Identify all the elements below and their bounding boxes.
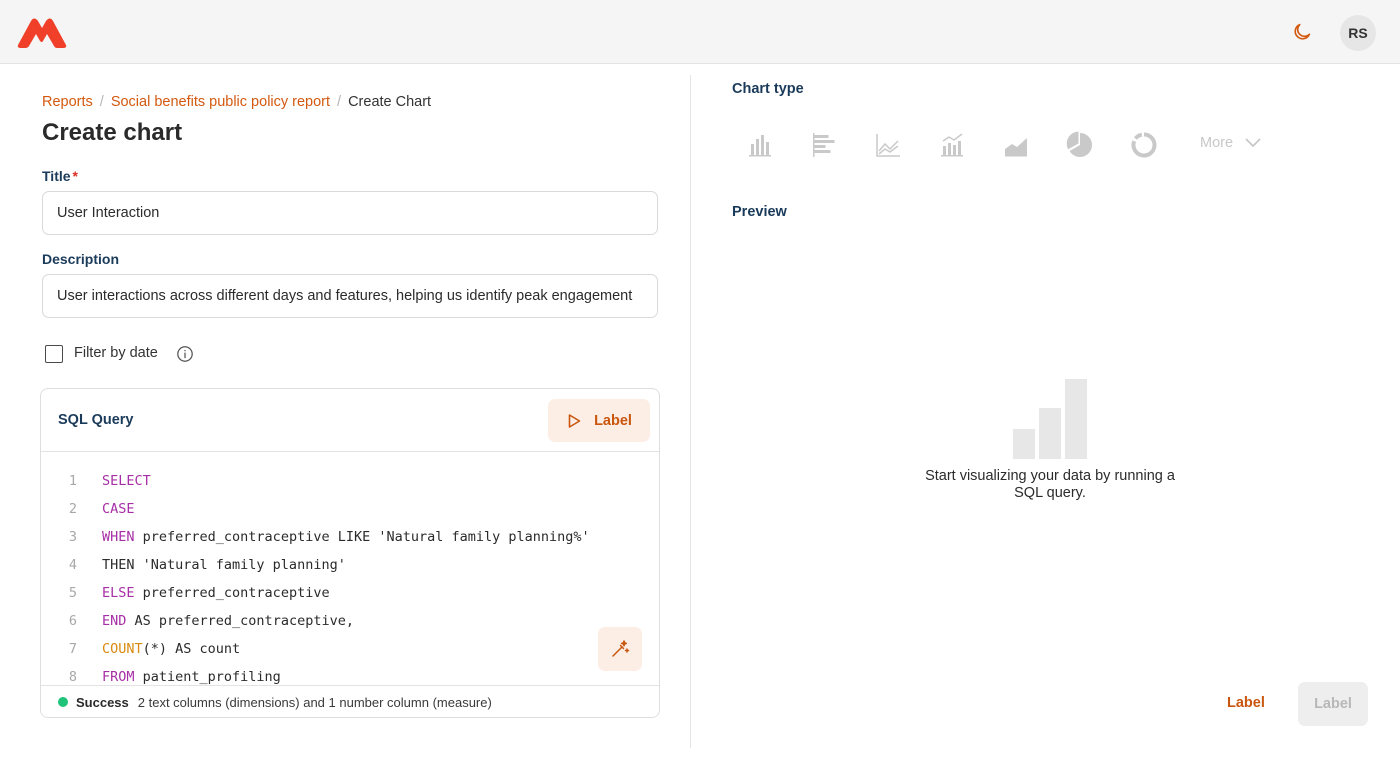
more-chart-types-button[interactable]: More bbox=[1200, 135, 1261, 151]
sql-keyword: SELECT bbox=[102, 473, 151, 489]
pie-chart-icon bbox=[1066, 131, 1092, 157]
moon-icon[interactable] bbox=[1291, 21, 1313, 43]
sql-code-editor[interactable]: 1 SELECT 2 CASE 3 WHEN preferred_contrac… bbox=[41, 467, 659, 691]
sql-query-panel: SQL Query Label 1 SELECT 2 CASE 3 WHEN p… bbox=[40, 388, 660, 718]
top-bar: RS bbox=[0, 0, 1400, 64]
code-line: 7 COUNT(*) AS count bbox=[41, 635, 659, 663]
secondary-action-button[interactable]: Label bbox=[1227, 695, 1265, 711]
description-input[interactable] bbox=[42, 274, 658, 318]
chart-type-bar[interactable] bbox=[740, 125, 780, 165]
code-line: 5 ELSE preferred_contraceptive bbox=[41, 579, 659, 607]
more-label: More bbox=[1200, 135, 1234, 151]
play-icon bbox=[568, 413, 581, 428]
title-input[interactable] bbox=[42, 191, 658, 235]
code-text: CASE bbox=[102, 495, 135, 523]
sql-query-header: SQL Query Label bbox=[41, 389, 659, 452]
horizontal-bar-chart-icon bbox=[813, 133, 835, 157]
panel-divider bbox=[690, 75, 691, 748]
sql-query-title: SQL Query bbox=[58, 412, 134, 428]
chart-type-horizontal-bar[interactable] bbox=[804, 125, 844, 165]
chart-type-pie[interactable] bbox=[1060, 125, 1100, 165]
code-text: WHEN preferred_contraceptive LIKE 'Natur… bbox=[102, 523, 590, 551]
sql-text: preferred_contraceptive bbox=[134, 585, 330, 601]
code-line: 6 END AS preferred_contraceptive, bbox=[41, 607, 659, 635]
sql-text: preferred_contraceptive LIKE 'Natural fa… bbox=[134, 529, 590, 545]
chart-type-donut[interactable] bbox=[1124, 125, 1164, 165]
line-number: 1 bbox=[68, 473, 77, 489]
breadcrumb-separator: / bbox=[99, 94, 104, 110]
line-chart-icon bbox=[876, 134, 900, 157]
preview-empty-message: Start visualizing your data by running a… bbox=[925, 468, 1175, 501]
avatar[interactable]: RS bbox=[1340, 15, 1376, 51]
status-dot bbox=[58, 697, 68, 707]
line-number: 7 bbox=[68, 641, 77, 657]
status-label: Success bbox=[76, 694, 129, 710]
required-marker: * bbox=[72, 168, 78, 184]
page-title: Create chart bbox=[42, 119, 183, 146]
code-text: SELECT bbox=[102, 467, 151, 495]
breadcrumb-current: Create Chart bbox=[348, 94, 432, 110]
sql-function: COUNT bbox=[102, 641, 143, 657]
filter-by-date-label: Filter by date bbox=[74, 345, 158, 361]
description-label: Description bbox=[42, 251, 120, 267]
sql-keyword: FROM bbox=[102, 669, 135, 685]
title-label: Title * bbox=[42, 168, 78, 184]
line-number: 5 bbox=[68, 585, 77, 601]
code-text: COUNT(*) AS count bbox=[102, 635, 240, 663]
preview-label: Preview bbox=[732, 204, 787, 220]
sql-keyword: WHEN bbox=[102, 529, 135, 545]
empty-chart-icon bbox=[1013, 379, 1087, 459]
sql-keyword: ELSE bbox=[102, 585, 135, 601]
chart-type-combo[interactable] bbox=[932, 125, 972, 165]
chart-type-label: Chart type bbox=[732, 81, 804, 97]
primary-action-button[interactable]: Label bbox=[1298, 682, 1368, 726]
bar-chart-icon bbox=[749, 135, 771, 157]
combo-chart-icon bbox=[941, 133, 963, 157]
breadcrumb-separator: / bbox=[337, 94, 342, 110]
ai-assist-button[interactable] bbox=[598, 627, 642, 671]
code-text: ELSE preferred_contraceptive bbox=[102, 579, 330, 607]
magic-wand-icon bbox=[612, 640, 630, 657]
code-line: 2 CASE bbox=[41, 495, 659, 523]
filter-by-date-checkbox[interactable] bbox=[45, 345, 63, 363]
info-icon[interactable] bbox=[176, 345, 194, 363]
code-line: 4 THEN 'Natural family planning' bbox=[41, 551, 659, 579]
chart-type-area[interactable] bbox=[996, 125, 1036, 165]
chart-type-line[interactable] bbox=[868, 125, 908, 165]
sql-text: patient_profiling bbox=[134, 669, 281, 685]
status-message: 2 text columns (dimensions) and 1 number… bbox=[137, 694, 492, 710]
run-query-button[interactable]: Label bbox=[548, 399, 650, 442]
breadcrumb-item-reports[interactable]: Reports bbox=[42, 94, 93, 110]
code-line: 1 SELECT bbox=[41, 467, 659, 495]
title-label-text: Title bbox=[42, 168, 71, 184]
chevron-down-icon bbox=[1245, 138, 1261, 147]
sql-text: AS preferred_contraceptive, bbox=[126, 613, 354, 629]
query-status-bar: Success 2 text columns (dimensions) and … bbox=[41, 685, 659, 717]
breadcrumb-item-report[interactable]: Social benefits public policy report bbox=[111, 94, 330, 110]
sql-keyword: END bbox=[102, 613, 127, 629]
brand-logo-icon[interactable] bbox=[15, 15, 69, 49]
code-line: 3 WHEN preferred_contraceptive LIKE 'Nat… bbox=[41, 523, 659, 551]
code-text: END AS preferred_contraceptive, bbox=[102, 607, 354, 635]
sql-keyword: CASE bbox=[102, 501, 135, 517]
line-number: 2 bbox=[68, 501, 77, 517]
line-number: 6 bbox=[68, 613, 77, 629]
code-text: THEN 'Natural family planning' bbox=[102, 551, 346, 579]
line-number: 4 bbox=[68, 557, 77, 573]
donut-chart-icon bbox=[1131, 132, 1157, 158]
sql-text: THEN 'Natural family planning' bbox=[102, 557, 346, 573]
run-query-label: Label bbox=[594, 412, 632, 429]
area-chart-icon bbox=[1005, 138, 1027, 157]
line-number: 3 bbox=[68, 529, 77, 545]
preview-empty-state: Start visualizing your data by running a… bbox=[920, 378, 1180, 502]
breadcrumb: Reports / Social benefits public policy … bbox=[42, 94, 431, 110]
sql-text: (*) AS count bbox=[142, 641, 241, 657]
